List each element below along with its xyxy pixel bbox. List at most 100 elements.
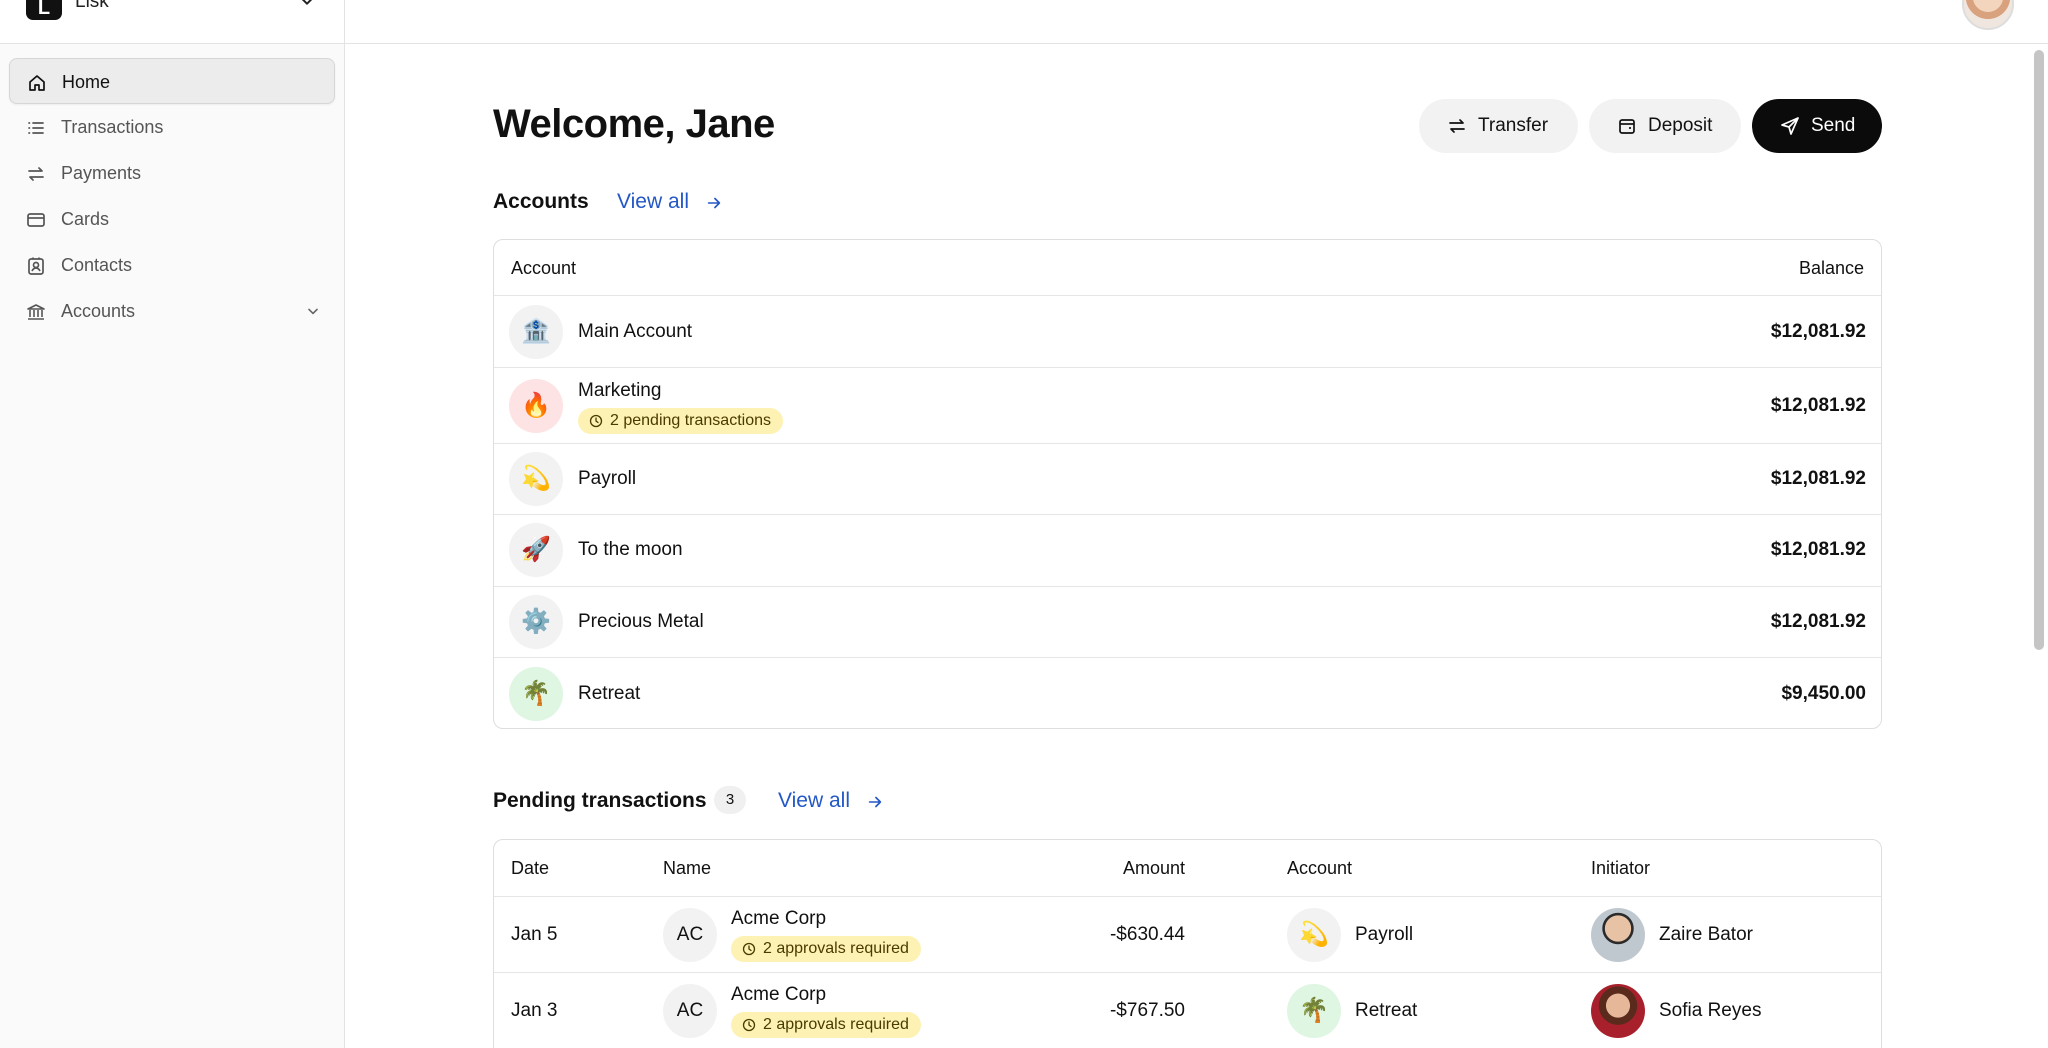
sidebar-item-label: Cards — [61, 209, 110, 229]
account-balance: $12,081.92 — [1770, 539, 1866, 560]
transfer-label: Transfer — [1478, 115, 1549, 136]
arrows-icon — [28, 167, 44, 181]
sidebar-item-payments[interactable]: Payments — [9, 150, 335, 196]
column-header-balance: Balance — [1798, 258, 1864, 278]
page-title: Welcome, Jane — [493, 102, 775, 146]
account-name: Payroll — [578, 468, 637, 489]
pending-transactions-title: Pending transactions — [493, 789, 707, 812]
pending-badge: 2 pending transactions — [578, 408, 783, 434]
fire-emoji-icon: 🔥 — [509, 379, 563, 433]
scrollbar-thumb[interactable] — [2034, 50, 2044, 650]
account-name: Precious Metal — [578, 611, 704, 632]
chevron-down-icon[interactable] — [298, 0, 316, 10]
transaction-account: Payroll — [1355, 924, 1414, 945]
list-icon — [28, 122, 44, 134]
column-header-account: Account — [1287, 858, 1353, 878]
dizzy-emoji-icon: 💫 — [1287, 908, 1341, 962]
deposit-button[interactable]: Deposit — [1589, 99, 1741, 153]
dizzy-emoji-icon: 💫 — [509, 452, 563, 506]
sidebar-item-contacts[interactable]: Contacts — [9, 242, 335, 288]
account-balance: $12,081.92 — [1770, 395, 1866, 416]
sidebar-item-transactions[interactable]: Transactions — [9, 104, 335, 150]
column-header-amount-label: Amount — [1122, 858, 1185, 878]
transaction-amount: -$767.50 — [1109, 1000, 1185, 1021]
initiator-name: Sofia Reyes — [1659, 1000, 1762, 1021]
rocket-emoji-icon: 🚀 — [509, 523, 563, 577]
send-label: Send — [1811, 115, 1856, 136]
initiator-name: Zaire Bator — [1659, 924, 1753, 945]
account-row[interactable]: ⚙️ Precious Metal $12,081.92 — [494, 586, 1881, 657]
account-balance: $12,081.92 — [1770, 611, 1866, 632]
account-name: Marketing — [578, 380, 662, 401]
account-row[interactable]: 💫 Payroll $12,081.92 — [494, 443, 1881, 514]
chevron-down-icon[interactable] — [305, 303, 321, 319]
clock-icon — [742, 1018, 756, 1032]
sidebar-item-label: Accounts — [61, 301, 136, 321]
transaction-account: Retreat — [1355, 1000, 1418, 1021]
company-avatar: AC — [663, 984, 717, 1038]
pending-view-all-link[interactable]: View all — [778, 789, 882, 813]
sidebar-item-label: Home — [62, 72, 111, 92]
top-bar: L Lisk — [0, 0, 2048, 44]
user-avatar[interactable] — [1962, 0, 2014, 30]
sidebar-item-cards[interactable]: Cards — [9, 196, 335, 242]
account-row[interactable]: 🔥 Marketing 2 pending transactions $12,0… — [494, 367, 1881, 443]
pending-transactions-table: Date Name Amount Account Initiator Jan 5… — [493, 839, 1882, 1048]
initiator-avatar — [1591, 984, 1645, 1038]
sidebar-item-accounts[interactable]: Accounts — [9, 288, 335, 334]
accounts-title: Accounts — [493, 190, 589, 213]
workspace-switcher[interactable]: L Lisk — [0, 0, 345, 44]
column-header-initiator: Initiator — [1591, 858, 1651, 878]
scrollbar[interactable] — [2030, 44, 2048, 1048]
account-row[interactable]: 🚀 To the moon $12,081.92 — [494, 514, 1881, 586]
deposit-label: Deposit — [1648, 115, 1713, 136]
account-row[interactable]: 🏦 Main Account $12,081.92 — [494, 295, 1881, 367]
sidebar: Home Transactions Payments Cards Contact… — [0, 44, 345, 1048]
pending-badge-label: 2 pending transactions — [610, 412, 771, 429]
transaction-name: Acme Corp — [731, 908, 827, 929]
home-icon — [29, 75, 45, 91]
arrow-right-icon — [707, 197, 721, 209]
accounts-table: Account Balance 🏦 Main Account $12,081.9… — [493, 239, 1882, 729]
arrows-icon — [1449, 119, 1465, 133]
brand-name: Lisk — [75, 0, 109, 12]
transaction-row[interactable]: Jan 5 AC Acme Corp 2 approvals required … — [494, 896, 1881, 972]
approvals-badge-label: 2 approvals required — [763, 940, 909, 957]
column-header-name: Name — [663, 858, 712, 878]
initiator-avatar — [1591, 908, 1645, 962]
account-name: Main Account — [578, 321, 693, 342]
sidebar-item-label: Contacts — [61, 255, 133, 275]
account-row[interactable]: 🌴 Retreat $9,450.00 — [494, 657, 1881, 728]
bank-emoji-icon: 🏦 — [509, 305, 563, 359]
card-icon — [27, 213, 45, 227]
view-all-label: View all — [617, 190, 689, 213]
accounts-view-all-link[interactable]: View all — [617, 190, 721, 214]
approvals-badge-label: 2 approvals required — [763, 1016, 909, 1033]
sidebar-item-label: Transactions — [61, 117, 164, 137]
column-header-account: Account — [511, 258, 577, 278]
account-balance: $12,081.92 — [1770, 468, 1866, 489]
account-name: Retreat — [578, 683, 641, 704]
clock-icon — [589, 414, 603, 428]
sidebar-item-home[interactable]: Home — [9, 58, 335, 104]
palm-tree-emoji-icon: 🌴 — [1287, 984, 1341, 1038]
transaction-row[interactable]: Jan 3 AC Acme Corp 2 approvals required … — [494, 972, 1881, 1048]
send-button[interactable]: Send — [1752, 99, 1882, 153]
transaction-date: Jan 3 — [511, 1000, 558, 1021]
bank-icon — [27, 304, 45, 320]
contacts-icon — [28, 257, 44, 275]
transfer-button[interactable]: Transfer — [1419, 99, 1578, 153]
palm-tree-emoji-icon: 🌴 — [509, 667, 563, 721]
transaction-amount: -$630.44 — [1109, 924, 1185, 945]
account-balance: $9,450.00 — [1781, 683, 1866, 704]
gear-emoji-icon: ⚙️ — [509, 595, 563, 649]
approvals-badge: 2 approvals required — [731, 1012, 921, 1038]
pending-count-badge: 3 — [714, 786, 746, 814]
arrow-right-icon — [868, 796, 882, 808]
transaction-name: Acme Corp — [731, 984, 827, 1005]
clock-icon — [742, 942, 756, 956]
transaction-date: Jan 5 — [511, 924, 558, 945]
wallet-icon — [1619, 119, 1635, 134]
account-name: To the moon — [578, 539, 683, 560]
account-balance: $12,081.92 — [1770, 321, 1866, 342]
